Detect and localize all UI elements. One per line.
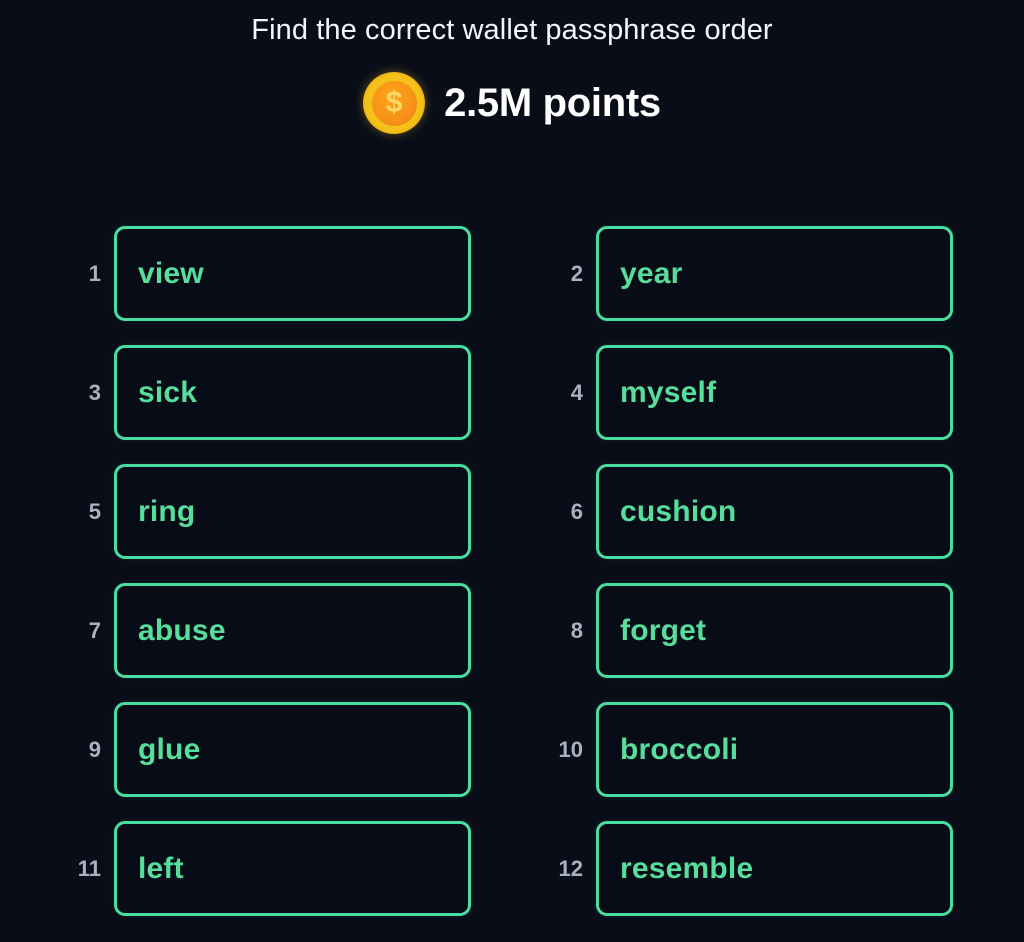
word-box-6[interactable]: cushion [596, 464, 953, 559]
coin-inner-disc: $ [371, 80, 417, 126]
word-cell-8: 8 forget [553, 583, 953, 678]
word-index-9: 9 [88, 737, 101, 762]
word-text-8: forget [620, 613, 707, 647]
word-index-7: 7 [88, 618, 101, 643]
word-index-10: 10 [558, 737, 583, 762]
word-box-3[interactable]: sick [114, 345, 471, 440]
word-text-2: year [620, 256, 683, 290]
dollar-sign-glyph: $ [385, 85, 403, 119]
word-index-6: 6 [570, 499, 583, 524]
header: Find the correct wallet passphrase order… [0, 0, 1024, 134]
word-cell-12: 12 resemble [553, 821, 953, 916]
word-index-12: 12 [558, 856, 583, 881]
word-cell-10: 10 broccoli [553, 702, 953, 797]
word-text-4: myself [620, 375, 717, 409]
word-box-1[interactable]: view [114, 226, 471, 321]
word-box-11[interactable]: left [114, 821, 471, 916]
word-cell-4: 4 myself [553, 345, 953, 440]
word-box-10[interactable]: broccoli [596, 702, 953, 797]
points-value: 2.5M points [444, 81, 661, 125]
word-index-5: 5 [88, 499, 101, 524]
word-cell-6: 6 cushion [553, 464, 953, 559]
word-cell-9: 9 glue [71, 702, 471, 797]
page-title: Find the correct wallet passphrase order [251, 14, 773, 46]
word-text-1: view [138, 256, 204, 290]
word-box-8[interactable]: forget [596, 583, 953, 678]
word-cell-5: 5 ring [71, 464, 471, 559]
reward-row: $ 2.5M points [0, 72, 1024, 134]
word-cell-2: 2 year [553, 226, 953, 321]
word-text-3: sick [138, 375, 198, 409]
word-text-6: cushion [620, 494, 737, 528]
word-cell-1: 1 view [71, 226, 471, 321]
word-box-9[interactable]: glue [114, 702, 471, 797]
word-text-5: ring [138, 494, 196, 528]
word-row: 3 sick 4 myself [0, 345, 1024, 440]
word-box-5[interactable]: ring [114, 464, 471, 559]
word-row: 7 abuse 8 forget [0, 583, 1024, 678]
word-index-4: 4 [570, 380, 583, 405]
word-row: 5 ring 6 cushion [0, 464, 1024, 559]
word-index-11: 11 [77, 856, 101, 881]
coin-dollar-icon: $ [363, 72, 426, 134]
word-index-2: 2 [570, 261, 583, 286]
word-row: 1 view 2 year [0, 226, 1024, 321]
passphrase-order-screen: Find the correct wallet passphrase order… [0, 0, 1024, 942]
word-box-2[interactable]: year [596, 226, 953, 321]
word-text-7: abuse [138, 613, 226, 647]
word-index-3: 3 [88, 380, 101, 405]
word-box-12[interactable]: resemble [596, 821, 953, 916]
word-text-11: left [138, 851, 184, 885]
word-cell-7: 7 abuse [71, 583, 471, 678]
word-box-4[interactable]: myself [596, 345, 953, 440]
word-index-8: 8 [570, 618, 583, 643]
word-cell-11: 11 left [71, 821, 471, 916]
word-box-7[interactable]: abuse [114, 583, 471, 678]
word-index-1: 1 [88, 261, 101, 286]
word-row: 9 glue 10 broccoli [0, 702, 1024, 797]
word-text-9: glue [138, 732, 201, 766]
word-text-10: broccoli [620, 732, 739, 766]
word-cell-3: 3 sick [71, 345, 471, 440]
word-grid: 1 view 2 year 3 sick 4 myself 5 ring 6 c… [0, 226, 1024, 916]
word-text-12: resemble [620, 851, 754, 885]
word-row: 11 left 12 resemble [0, 821, 1024, 916]
